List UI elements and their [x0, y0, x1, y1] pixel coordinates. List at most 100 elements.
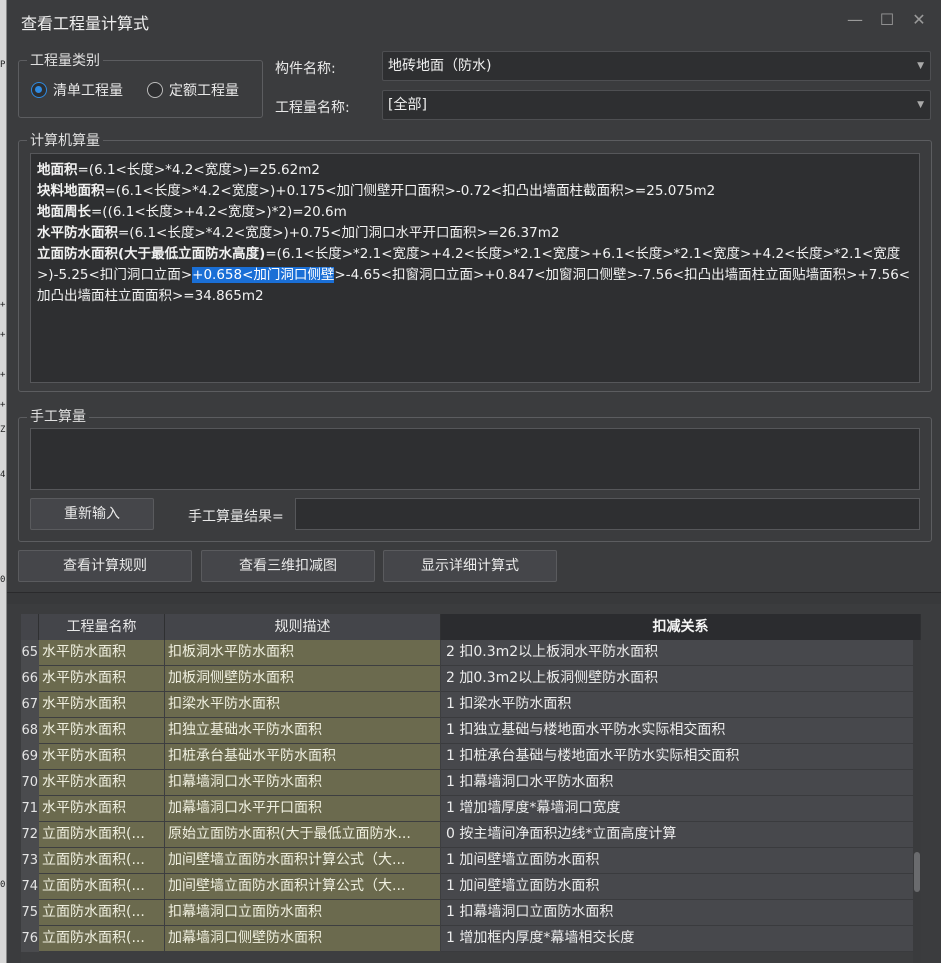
quantity-name-label: 工程量名称:: [275, 100, 350, 116]
deduction-relation-cell[interactable]: 1 扣梁水平防水面积: [441, 692, 913, 718]
deduction-relation-cell[interactable]: 2 扣0.3m2以上板洞水平防水面积: [441, 640, 913, 666]
quantity-name-cell[interactable]: 水平防水面积: [39, 666, 165, 692]
rule-description-cell[interactable]: 加间壁墙立面防水面积计算公式（大...: [165, 874, 441, 900]
table-row[interactable]: 65 水平防水面积 扣板洞水平防水面积 2 扣0.3m2以上板洞水平防水面积: [21, 640, 921, 666]
deduction-relation-cell[interactable]: 1 增加墙厚度*幕墙洞口宽度: [441, 796, 913, 822]
deduction-relation-cell[interactable]: 2 加0.3m2以上板洞侧壁防水面积: [441, 666, 913, 692]
title-bar[interactable]: 查看工程量计算式 — ☐ ✕: [7, 0, 941, 40]
strip-char: 0: [0, 575, 6, 585]
quantity-name-cell[interactable]: 立面防水面积(...: [39, 848, 165, 874]
table-row[interactable]: 72 立面防水面积(... 原始立面防水面积(大于最低立面防水... 0 按主墙间净面…: [21, 822, 921, 848]
quantity-name-cell[interactable]: 立面防水面积(...: [39, 822, 165, 848]
rule-description-cell[interactable]: 扣梁水平防水面积: [165, 692, 441, 718]
deduction-relation-cell[interactable]: 1 扣桩承台基础与楼地面水平防水实际相交面积: [441, 744, 913, 770]
rule-description-cell[interactable]: 加幕墙洞口侧壁防水面积: [165, 926, 441, 952]
rule-description-cell[interactable]: 扣幕墙洞口水平防水面积: [165, 770, 441, 796]
quantity-name-cell[interactable]: 水平防水面积: [39, 796, 165, 822]
row-number[interactable]: 74: [21, 874, 39, 900]
quantity-name-cell[interactable]: 水平防水面积: [39, 718, 165, 744]
table-row[interactable]: 70 水平防水面积 扣幕墙洞口水平防水面积 1 扣幕墙洞口水平防水面积: [21, 770, 921, 796]
quantity-name-cell[interactable]: 立面防水面积(...: [39, 900, 165, 926]
deduction-relation-cell[interactable]: 1 加间壁墙立面防水面积: [441, 848, 913, 874]
chevron-down-icon: ▼: [917, 61, 924, 71]
category-legend: 工程量类别: [27, 50, 103, 70]
maximize-button[interactable]: ☐: [873, 8, 901, 32]
strip-char: +: [0, 330, 6, 340]
quantity-name-select[interactable]: [全部] ▼: [382, 90, 931, 120]
minimize-button[interactable]: —: [841, 8, 869, 32]
deduction-relation-cell[interactable]: 1 扣独立基础与楼地面水平防水实际相交面积: [441, 718, 913, 744]
scrollbar-thumb[interactable]: [914, 852, 920, 892]
view-rules-button[interactable]: 查看计算规则: [18, 550, 192, 582]
deduction-relation-cell[interactable]: 0 按主墙间净面积边线*立面高度计算: [441, 822, 913, 848]
rule-description-cell[interactable]: 扣幕墙洞口立面防水面积: [165, 900, 441, 926]
radio-label: 定额工程量: [169, 83, 239, 99]
rule-description-cell[interactable]: 加间壁墙立面防水面积计算公式（大...: [165, 848, 441, 874]
row-number[interactable]: 71: [21, 796, 39, 822]
quantity-name-cell[interactable]: 水平防水面积: [39, 770, 165, 796]
row-number[interactable]: 73: [21, 848, 39, 874]
radio-selected-icon: [31, 82, 47, 98]
row-number[interactable]: 69: [21, 744, 39, 770]
row-number[interactable]: 76: [21, 926, 39, 952]
radio-unselected-icon: [147, 82, 163, 98]
table-row[interactable]: 68 水平防水面积 扣独立基础水平防水面积 1 扣独立基础与楼地面水平防水实际相交面积: [21, 718, 921, 744]
deduction-relation-cell[interactable]: 1 加间壁墙立面防水面积: [441, 874, 913, 900]
deduction-relation-cell[interactable]: 1 扣幕墙洞口立面防水面积: [441, 900, 913, 926]
close-button[interactable]: ✕: [905, 8, 933, 32]
quantity-name-cell[interactable]: 水平防水面积: [39, 744, 165, 770]
row-number[interactable]: 65: [21, 640, 39, 666]
table-row[interactable]: 76 立面防水面积(... 加幕墙洞口侧壁防水面积 1 增加框内厚度*幕墙相交长度: [21, 926, 921, 952]
column-header-quantity-name[interactable]: 工程量名称: [39, 614, 165, 640]
rule-description-cell[interactable]: 扣板洞水平防水面积: [165, 640, 441, 666]
view-3d-deduction-button[interactable]: 查看三维扣减图: [201, 550, 375, 582]
row-number[interactable]: 70: [21, 770, 39, 796]
row-number-header: [21, 614, 39, 640]
strip-char: +: [0, 300, 6, 310]
rule-description-cell[interactable]: 扣独立基础水平防水面积: [165, 718, 441, 744]
rule-description-cell[interactable]: 加板洞侧壁防水面积: [165, 666, 441, 692]
column-header-deduction[interactable]: 扣减关系: [441, 614, 921, 640]
strip-char: 4: [0, 470, 6, 480]
quantity-name-cell[interactable]: 水平防水面积: [39, 692, 165, 718]
component-select[interactable]: 地砖地面（防水) ▼: [382, 51, 931, 81]
manual-result-field[interactable]: [295, 498, 920, 530]
splitter[interactable]: [7, 592, 941, 604]
formula-line: 水平防水面积=(6.1<长度>*4.2<宽度>)+0.75<加门洞口水平开口面积…: [37, 225, 560, 241]
deduction-relation-cell[interactable]: 1 扣幕墙洞口水平防水面积: [441, 770, 913, 796]
table-row[interactable]: 67 水平防水面积 扣梁水平防水面积 1 扣梁水平防水面积: [21, 692, 921, 718]
quantity-name-cell[interactable]: 水平防水面积: [39, 640, 165, 666]
radio-bill-quantity[interactable]: 清单工程量: [31, 80, 123, 100]
row-number[interactable]: 72: [21, 822, 39, 848]
row-number[interactable]: 66: [21, 666, 39, 692]
formula-line: 地面积=(6.1<长度>*4.2<宽度>)=25.62m2: [37, 162, 320, 178]
column-header-rule[interactable]: 规则描述: [165, 614, 441, 640]
rule-description-cell[interactable]: 原始立面防水面积(大于最低立面防水...: [165, 822, 441, 848]
row-number[interactable]: 68: [21, 718, 39, 744]
radio-quota-quantity[interactable]: 定额工程量: [147, 80, 239, 100]
formula-line: 地面周长=((6.1<长度>+4.2<宽度>)*2)=20.6m: [37, 204, 347, 220]
manual-result-label: 手工算量结果=: [188, 509, 284, 525]
computed-formula-text[interactable]: 地面积=(6.1<长度>*4.2<宽度>)=25.62m2 块料地面积=(6.1…: [37, 160, 917, 307]
quantity-name-cell[interactable]: 立面防水面积(...: [39, 926, 165, 952]
rule-description-cell[interactable]: 加幕墙洞口水平开口面积: [165, 796, 441, 822]
table-row[interactable]: 66 水平防水面积 加板洞侧壁防水面积 2 加0.3m2以上板洞侧壁防水面积: [21, 666, 921, 692]
quantity-name-cell[interactable]: 立面防水面积(...: [39, 874, 165, 900]
strip-char: +: [0, 400, 6, 410]
table-scrollbar[interactable]: [913, 640, 921, 963]
table-row[interactable]: 69 水平防水面积 扣桩承台基础水平防水面积 1 扣桩承台基础与楼地面水平防水实际相交…: [21, 744, 921, 770]
reinput-button[interactable]: 重新输入: [30, 498, 154, 530]
table-row[interactable]: 73 立面防水面积(... 加间壁墙立面防水面积计算公式（大... 1 加间壁墙立面防…: [21, 848, 921, 874]
row-number[interactable]: 75: [21, 900, 39, 926]
manual-formula-input[interactable]: [30, 428, 920, 490]
show-detail-formula-button[interactable]: 显示详细计算式: [383, 550, 557, 582]
background-app-strip: P + + + + Z 4 0 0: [0, 0, 7, 963]
table-row[interactable]: 74 立面防水面积(... 加间壁墙立面防水面积计算公式（大... 1 加间壁墙立面防…: [21, 874, 921, 900]
rule-description-cell[interactable]: 扣桩承台基础水平防水面积: [165, 744, 441, 770]
deduction-relation-cell[interactable]: 1 增加框内厚度*幕墙相交长度: [441, 926, 913, 952]
row-number[interactable]: 67: [21, 692, 39, 718]
strip-char: P: [0, 60, 6, 70]
table-row[interactable]: 71 水平防水面积 加幕墙洞口水平开口面积 1 增加墙厚度*幕墙洞口宽度: [21, 796, 921, 822]
quantity-name-value: [全部]: [388, 97, 427, 113]
table-row[interactable]: 75 立面防水面积(... 扣幕墙洞口立面防水面积 1 扣幕墙洞口立面防水面积: [21, 900, 921, 926]
